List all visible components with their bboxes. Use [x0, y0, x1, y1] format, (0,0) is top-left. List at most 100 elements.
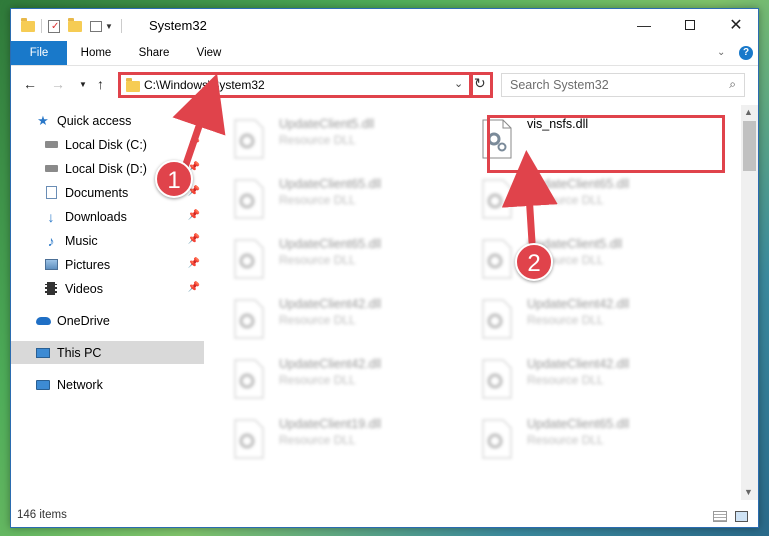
file-item[interactable]: UpdateClient19.dll Resource DLL [211, 411, 451, 463]
file-item[interactable]: UpdateClient65.dll Resource DLL [459, 171, 699, 223]
file-item[interactable]: UpdateClient42.dll Resource DLL [211, 351, 451, 403]
close-icon: ✕ [729, 17, 743, 34]
sidebar-item-label: Network [57, 377, 103, 392]
expand-ribbon-icon[interactable]: ⌄ [717, 47, 725, 58]
sidebar-item-this-pc[interactable]: This PC [11, 341, 204, 364]
sidebar-item-videos[interactable]: Videos 📌 [11, 277, 204, 300]
title-bar: ✓ ▼ System32 — ✕ [11, 9, 758, 41]
sidebar-item-pictures[interactable]: Pictures 📌 [11, 253, 204, 276]
item-count: 146 items [17, 509, 67, 521]
sidebar-item-local-disk-c[interactable]: Local Disk (C:) 📌 [11, 133, 204, 156]
scroll-up-icon[interactable]: ▲ [744, 107, 753, 117]
window-title: System32 [149, 18, 207, 33]
file-item[interactable]: UpdateClient5.dll Resource DLL [459, 231, 699, 283]
pin-icon[interactable]: 📌 [188, 234, 200, 245]
recent-locations-button[interactable]: ▼ [79, 80, 87, 89]
toolbar-divider [120, 19, 122, 33]
file-type: Resource DLL [527, 433, 604, 447]
file-type: Resource DLL [279, 253, 356, 267]
download-icon: ↓ [47, 208, 55, 225]
scroll-down-icon[interactable]: ▼ [744, 487, 753, 497]
customize-icon[interactable] [90, 20, 102, 32]
properties-icon[interactable]: ✓ [48, 19, 60, 33]
maximize-button[interactable] [667, 9, 713, 41]
file-type: Resource DLL [279, 433, 356, 447]
folder-icon[interactable] [21, 17, 35, 32]
file-item[interactable]: UpdateClient65.dll Resource DLL [459, 411, 699, 463]
minimize-button[interactable]: — [621, 9, 667, 41]
pin-icon[interactable]: 📌 [188, 210, 200, 221]
pictures-icon [43, 258, 59, 272]
search-icon[interactable]: ⌕ [729, 77, 736, 92]
file-list: UpdateClient5.dll Resource DLL UpdateCli… [211, 105, 739, 500]
sidebar-item-label: OneDrive [57, 313, 110, 328]
dll-file-icon [233, 419, 265, 459]
tab-share[interactable]: Share [129, 41, 179, 65]
chevron-down-icon[interactable]: ▼ [105, 22, 113, 31]
pin-icon[interactable]: 📌 [188, 282, 200, 293]
file-item[interactable]: UpdateClient65.dll Resource DLL [211, 231, 451, 283]
maximize-icon [685, 20, 695, 30]
forward-button[interactable]: → [51, 76, 65, 92]
sidebar-item-downloads[interactable]: ↓ Downloads 📌 [11, 205, 204, 228]
sidebar-item-onedrive[interactable]: OneDrive [11, 309, 204, 332]
documents-icon [43, 186, 59, 200]
dll-file-icon [481, 359, 513, 399]
navigation-bar: ← → ▼ ↑ C:\Windows\System32 ⌄ ↻ ⌕ [11, 67, 758, 101]
minimize-icon: — [637, 17, 651, 33]
star-icon: ★ [37, 112, 49, 128]
sidebar-item-label: Music [65, 233, 98, 248]
sidebar-item-label: Documents [65, 185, 129, 200]
quick-access-toolbar: ✓ ▼ [21, 17, 126, 35]
vertical-scrollbar[interactable]: ▲ ▼ [741, 105, 758, 500]
file-name: UpdateClient65.dll [279, 177, 382, 191]
up-button[interactable]: ↑ [97, 76, 104, 92]
file-name: UpdateClient5.dll [279, 117, 375, 131]
file-name: UpdateClient65.dll [527, 417, 630, 431]
file-item[interactable]: UpdateClient42.dll Resource DLL [211, 291, 451, 343]
drive-icon [43, 162, 59, 176]
search-input[interactable] [510, 75, 710, 95]
tab-file[interactable]: File [11, 41, 67, 65]
pin-icon[interactable]: 📌 [188, 138, 200, 149]
sidebar-item-network[interactable]: Network [11, 373, 204, 396]
dll-file-icon [233, 179, 265, 219]
pin-icon[interactable]: 📌 [188, 258, 200, 269]
tab-home[interactable]: Home [73, 41, 119, 65]
tab-view[interactable]: View [187, 41, 231, 65]
back-button[interactable]: ← [23, 76, 37, 92]
music-icon: ♪ [47, 232, 55, 249]
file-name: UpdateClient42.dll [527, 357, 630, 371]
file-name: UpdateClient19.dll [279, 417, 382, 431]
dll-file-icon [233, 299, 265, 339]
new-folder-icon[interactable] [68, 17, 82, 32]
details-view-icon[interactable] [713, 511, 727, 522]
dll-file-icon [481, 299, 513, 339]
callout-badge-2: 2 [515, 243, 553, 281]
dll-file-icon [481, 239, 513, 279]
dll-file-icon [481, 419, 513, 459]
file-name: UpdateClient65.dll [279, 237, 382, 251]
scroll-thumb[interactable] [743, 121, 756, 171]
file-item[interactable]: UpdateClient5.dll Resource DLL [211, 111, 451, 163]
file-item[interactable]: UpdateClient65.dll Resource DLL [211, 171, 451, 223]
refresh-icon[interactable]: ↻ [474, 75, 486, 92]
file-type: Resource DLL [527, 373, 604, 387]
sidebar-item-label: Pictures [65, 257, 111, 272]
large-icons-view-icon[interactable] [735, 511, 748, 522]
sidebar-item-quick-access[interactable]: ★ Quick access [11, 109, 204, 132]
search-box[interactable]: ⌕ [501, 73, 745, 97]
file-name: UpdateClient42.dll [279, 357, 382, 371]
file-item[interactable]: UpdateClient42.dll Resource DLL [459, 351, 699, 403]
callout-badge-1: 1 [155, 160, 193, 198]
sidebar-item-label: Videos [65, 281, 103, 296]
close-button[interactable]: ✕ [713, 9, 758, 41]
file-type: Resource DLL [279, 193, 356, 207]
file-item[interactable]: UpdateClient42.dll Resource DLL [459, 291, 699, 343]
status-bar: 146 items [11, 503, 758, 527]
file-highlight-box [487, 115, 725, 173]
file-name: UpdateClient65.dll [527, 177, 630, 191]
help-icon[interactable]: ? [739, 46, 753, 60]
sidebar-item-music[interactable]: ♪ Music 📌 [11, 229, 204, 252]
ribbon-tabs: File Home Share View ⌄ ? [11, 41, 758, 66]
